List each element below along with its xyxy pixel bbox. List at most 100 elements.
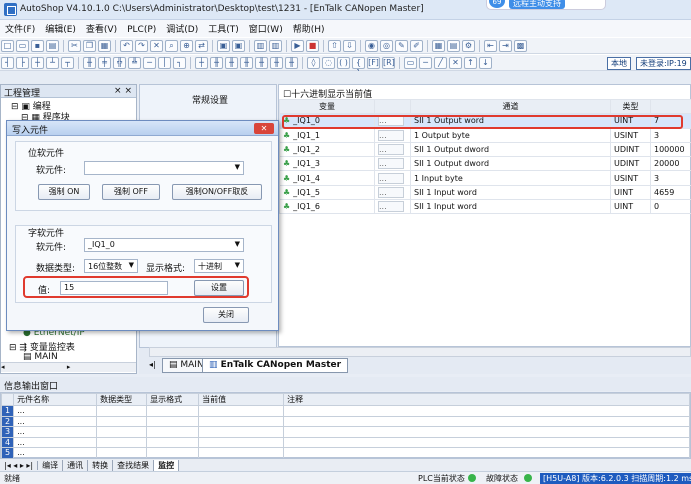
close-button[interactable]: 关闭 [203, 307, 249, 323]
func-f-icon[interactable]: [R] [382, 57, 395, 69]
tab-find-results[interactable]: 查找结果 [113, 460, 155, 471]
table-row[interactable]: ♣ _IQ1_2 ... SII 1 Output dword UDINT 100… [279, 141, 691, 158]
tab-compile[interactable]: 编译 [38, 460, 64, 471]
redo-icon[interactable]: ↷ [135, 40, 148, 52]
func-h-icon[interactable]: ─ [419, 57, 432, 69]
tab-comm[interactable]: 通讯 [63, 460, 89, 471]
dialog-close-button[interactable]: ✕ [254, 123, 274, 134]
output-row[interactable]: 3... [0, 426, 690, 438]
dots-button[interactable]: ... [378, 172, 404, 184]
cut-icon[interactable]: ✂ [68, 40, 81, 52]
menu-file[interactable]: 文件(F) [0, 20, 40, 37]
output-row[interactable]: 1... [0, 405, 690, 417]
func-e-icon[interactable]: [F] [367, 57, 380, 69]
name-cell[interactable]: ... [13, 415, 98, 427]
func-b-icon[interactable]: ◌ [322, 57, 335, 69]
ladder-e-icon[interactable]: ┬ [61, 57, 74, 69]
copy-icon[interactable]: ❐ [83, 40, 96, 52]
line-h-icon[interactable]: ─ [143, 57, 156, 69]
write-icon[interactable]: ✐ [410, 40, 423, 52]
contact-p-icon[interactable]: ╬ [113, 57, 126, 69]
login-button[interactable]: 未登录:IP:19 [636, 57, 691, 70]
find-icon[interactable]: ⌕ [165, 40, 178, 52]
print-icon[interactable]: ▤ [46, 40, 59, 52]
menu-tools[interactable]: 工具(T) [203, 20, 244, 37]
table-row[interactable]: ♣ _IQ1_5 ... SII 1 Input word UINT 4659 [279, 184, 691, 201]
coil-g-icon[interactable]: ╫ [285, 57, 298, 69]
force-off-button[interactable]: 强制 OFF [102, 184, 160, 200]
tree-item-main[interactable]: ▤ MAIN [23, 352, 58, 362]
main-hscroll[interactable] [149, 347, 691, 357]
func-c-icon[interactable]: ( ) [337, 57, 350, 69]
coil-b-icon[interactable]: ╫ [210, 57, 223, 69]
data-type-select[interactable]: 16位整数 ▼ [84, 259, 138, 273]
menu-view[interactable]: 查看(V) [81, 20, 122, 37]
force-on-button[interactable]: 强制 ON [38, 184, 90, 200]
func-g-icon[interactable]: ▭ [404, 57, 417, 69]
word-element-combo[interactable]: _IQ1_0 ▼ [84, 238, 244, 252]
force-toggle-button[interactable]: 强制ON/OFF取反 [172, 184, 262, 200]
contact-no-icon[interactable]: ╫ [83, 57, 96, 69]
ladder-a-icon[interactable]: ┤ [1, 57, 14, 69]
forward-icon[interactable]: ⇥ [499, 40, 512, 52]
menu-help[interactable]: 帮助(H) [288, 20, 330, 37]
doc2-icon[interactable]: ▥ [269, 40, 282, 52]
edit-icon[interactable]: ✎ [395, 40, 408, 52]
tab-convert[interactable]: 转换 [88, 460, 114, 471]
table-icon[interactable]: ▤ [447, 40, 460, 52]
bit-element-combo[interactable]: ▼ [84, 161, 244, 175]
doc-icon[interactable]: ▥ [254, 40, 267, 52]
menu-plc[interactable]: PLC(P) [122, 23, 161, 37]
general-settings-label[interactable]: 常规设置 [192, 93, 228, 106]
display-format-select[interactable]: 十进制 ▼ [194, 259, 244, 273]
line-c-icon[interactable]: ┐ [173, 57, 186, 69]
nav-arrows-icon[interactable]: |◂ ◂ ▸ ▸| [0, 461, 39, 470]
monitor-icon[interactable]: ◉ [365, 40, 378, 52]
dots-button[interactable]: ... [378, 186, 404, 198]
coil-e-icon[interactable]: ╫ [255, 57, 268, 69]
pane-close-icon[interactable]: × × [114, 86, 132, 96]
func-i-icon[interactable]: ╱ [434, 57, 447, 69]
stop-icon[interactable]: ■ [306, 40, 319, 52]
grid-icon[interactable]: ▩ [514, 40, 527, 52]
ladder-b-icon[interactable]: ├ [16, 57, 29, 69]
left-hscroll[interactable]: ◂ ▸ [1, 362, 136, 372]
coil-f-icon[interactable]: ╫ [270, 57, 283, 69]
zoom-icon[interactable]: ⊕ [180, 40, 193, 52]
line-v-icon[interactable]: │ [158, 57, 171, 69]
tab-monitor[interactable]: 监控 [154, 460, 180, 471]
tab-scroll-left-icon[interactable]: ◂| [149, 360, 156, 369]
register-icon[interactable]: ▦ [432, 40, 445, 52]
save-icon[interactable]: ▪ [31, 40, 44, 52]
table-row[interactable]: ♣ _IQ1_6 ... SII 1 Input word UINT 0 [279, 199, 691, 215]
func-d-icon[interactable]: { } [352, 57, 365, 77]
func-l-icon[interactable]: ↓ [479, 57, 492, 69]
name-cell[interactable]: ... [13, 405, 98, 417]
run-icon[interactable]: ▶ [291, 40, 304, 52]
contact-nc-icon[interactable]: ╪ [98, 57, 111, 69]
ladder-d-icon[interactable]: ┴ [46, 57, 59, 69]
output-row[interactable]: 5... [0, 447, 690, 459]
func-j-icon[interactable]: ✕ [449, 57, 462, 69]
back-icon[interactable]: ⇤ [484, 40, 497, 52]
func-a-icon[interactable]: ◊ [307, 57, 320, 69]
download-icon[interactable]: ⇩ [343, 40, 356, 52]
table-row[interactable]: ♣ _IQ1_1 ... 1 Output byte USINT 3 [279, 127, 691, 143]
delete-icon[interactable]: ✕ [150, 40, 163, 52]
config-icon[interactable]: ⚙ [462, 40, 475, 52]
coil-d-icon[interactable]: ╫ [240, 57, 253, 69]
menu-debug[interactable]: 调试(D) [161, 20, 203, 37]
table-row[interactable]: ♣ _IQ1_4 ... 1 Input byte USINT 3 [279, 170, 691, 186]
output-row[interactable]: 2... [0, 415, 690, 427]
dots-button[interactable]: ... [378, 129, 404, 141]
name-cell[interactable]: ... [13, 447, 98, 459]
open-icon[interactable]: ▭ [16, 40, 29, 52]
dots-button[interactable]: ... [378, 158, 404, 170]
coil-a-icon[interactable]: ┼ [195, 57, 208, 69]
dots-button[interactable]: ... [378, 144, 404, 156]
table-row[interactable]: ♣ _IQ1_3 ... SII 1 Output dword UDINT 200… [279, 156, 691, 172]
undo-icon[interactable]: ↶ [120, 40, 133, 52]
menu-edit[interactable]: 编辑(E) [40, 20, 81, 37]
new-icon[interactable]: □ [1, 40, 14, 52]
replace-icon[interactable]: ⇄ [195, 40, 208, 52]
